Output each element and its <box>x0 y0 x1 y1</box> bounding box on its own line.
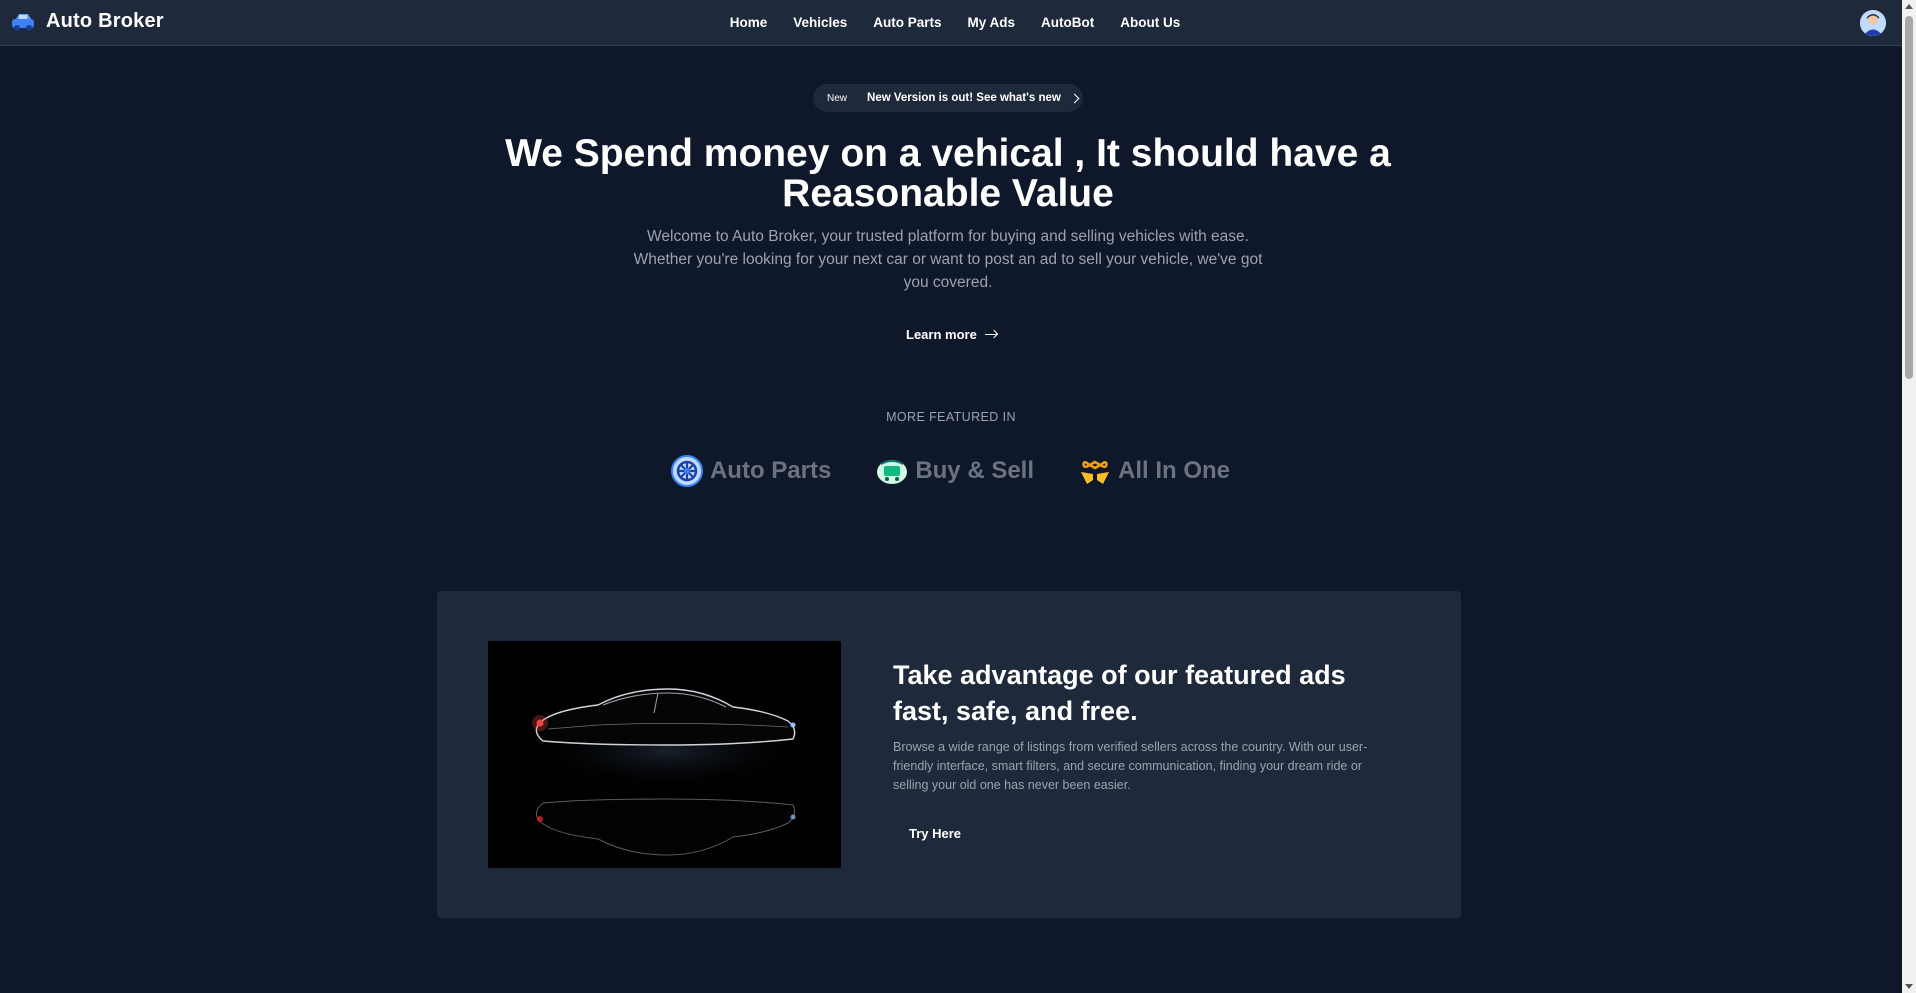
scrollbar-thumb[interactable] <box>1905 16 1913 379</box>
card-title-line2: fast, safe, and free. <box>893 696 1138 726</box>
learn-more-link[interactable]: Learn more <box>906 327 999 342</box>
nav-vehicles[interactable]: Vehicles <box>793 15 847 30</box>
nav-autobot[interactable]: AutoBot <box>1041 15 1094 30</box>
try-here-button[interactable]: Try Here <box>909 826 961 841</box>
chevron-right-icon <box>1069 93 1080 103</box>
featured-all-in-one-label: All In One <box>1118 457 1231 484</box>
hero-title-line1: We Spend money on a vehical , It should … <box>505 132 1391 175</box>
learn-more-label: Learn more <box>906 327 977 342</box>
page-scrollbar[interactable] <box>1902 0 1916 993</box>
user-avatar[interactable] <box>1860 10 1886 36</box>
nav-home[interactable]: Home <box>730 15 768 30</box>
hero-title-line2: Reasonable Value <box>782 172 1114 215</box>
hands-infinity-icon <box>1081 460 1110 484</box>
scroll-up-icon[interactable] <box>1905 4 1913 9</box>
main-nav: Home Vehicles Auto Parts My Ads AutoBot … <box>8 0 1902 45</box>
featured-buy-sell-label: Buy & Sell <box>915 457 1035 484</box>
user-avatar-icon <box>1860 10 1886 36</box>
top-navbar: Auto Broker Home Vehicles Auto Parts My … <box>0 0 1902 46</box>
new-badge: New <box>827 92 848 104</box>
featured-ads-card: Take advantage of our featured ads fast,… <box>437 591 1461 918</box>
nav-auto-parts[interactable]: Auto Parts <box>873 15 941 30</box>
hero-title: We Spend money on a vehical , It should … <box>458 134 1438 214</box>
nav-my-ads[interactable]: My Ads <box>968 15 1016 30</box>
nav-about-us[interactable]: About Us <box>1120 15 1180 30</box>
announcement-pill[interactable]: New New Version is out! See what's new <box>813 84 1083 112</box>
featured-auto-parts[interactable]: Auto Parts <box>670 454 831 488</box>
card-description: Browse a wide range of listings from ver… <box>893 740 1368 792</box>
featured-all-in-one[interactable]: All In One <box>1078 454 1230 488</box>
announcement-text: New Version is out! See what's new <box>867 92 1061 104</box>
car-silhouette-image <box>488 641 841 868</box>
featured-label: MORE FEATURED IN <box>886 410 1016 424</box>
featured-buy-sell[interactable]: Buy & Sell <box>875 454 1034 488</box>
gear-wheel-icon <box>670 455 703 487</box>
featured-auto-parts-label: Auto Parts <box>709 457 832 484</box>
scroll-down-icon[interactable] <box>1905 984 1913 989</box>
handshake-cart-icon <box>877 460 908 484</box>
featured-list: Auto Parts Buy & Sell All In One <box>0 454 1901 488</box>
arrow-right-icon <box>984 329 999 341</box>
hero-description: Welcome to Auto Broker, your trusted pla… <box>633 228 1263 291</box>
card-title: Take advantage of our featured ads fast,… <box>893 657 1413 729</box>
card-title-line1: Take advantage of our featured ads <box>893 660 1346 690</box>
